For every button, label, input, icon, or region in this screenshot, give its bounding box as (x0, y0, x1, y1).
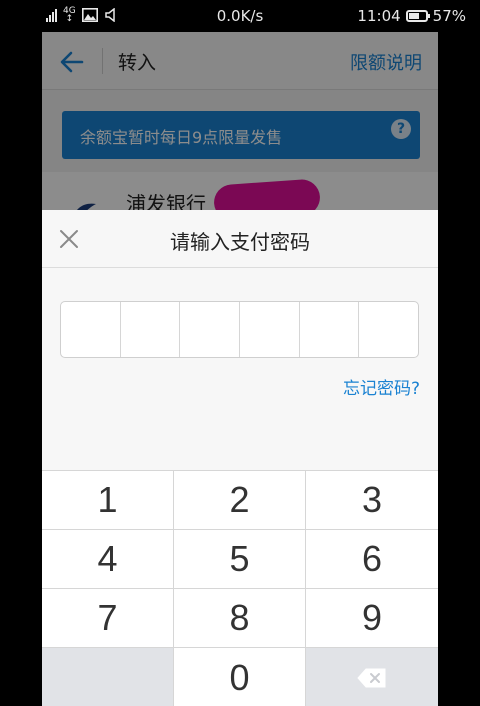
password-input[interactable] (60, 301, 419, 358)
dialog-title: 请输入支付密码 (170, 230, 310, 254)
key-8[interactable]: 8 (174, 589, 306, 648)
battery-icon (405, 10, 430, 22)
key-9[interactable]: 9 (306, 589, 438, 648)
key-4[interactable]: 4 (42, 530, 174, 589)
dialog-header: 请输入支付密码 (42, 210, 438, 268)
key-6[interactable]: 6 (306, 530, 438, 589)
backspace-key[interactable] (306, 648, 438, 706)
password-digit-cell[interactable] (180, 302, 241, 357)
key-7[interactable]: 7 (42, 589, 174, 648)
status-right: 11:04 57% (357, 7, 466, 25)
backspace-icon (357, 668, 386, 687)
password-digit-cell[interactable] (61, 302, 121, 357)
password-digit-cell[interactable] (359, 302, 418, 357)
key-5[interactable]: 5 (174, 530, 306, 589)
app-window: 转入 限额说明 余额宝暂时每日9点限量发售 ? 浦发银行 请输入支付密码 忘记密… (42, 32, 438, 706)
password-digit-cell[interactable] (240, 302, 300, 357)
battery-level: 57% (432, 7, 466, 25)
key-0[interactable]: 0 (174, 648, 306, 706)
password-digit-cell[interactable] (300, 302, 360, 357)
key-2[interactable]: 2 (174, 471, 306, 530)
phone-screen: 4G ↕ 0.0K/s 11:04 57% 转入 限额说明 余额宝暂时每日9点限量… (0, 0, 480, 706)
password-digit-cell[interactable] (121, 302, 181, 357)
clock: 11:04 (357, 7, 401, 25)
forgot-password-link[interactable]: 忘记密码? (343, 374, 420, 399)
numeric-keypad: 1 2 3 4 5 6 7 8 9 0 (42, 470, 438, 706)
key-blank (42, 648, 174, 706)
key-3[interactable]: 3 (306, 471, 438, 530)
payment-password-dialog: 请输入支付密码 忘记密码? 1 2 3 4 5 6 7 8 9 0 (42, 210, 438, 706)
key-1[interactable]: 1 (42, 471, 174, 530)
status-bar: 4G ↕ 0.0K/s 11:04 57% (0, 0, 480, 32)
